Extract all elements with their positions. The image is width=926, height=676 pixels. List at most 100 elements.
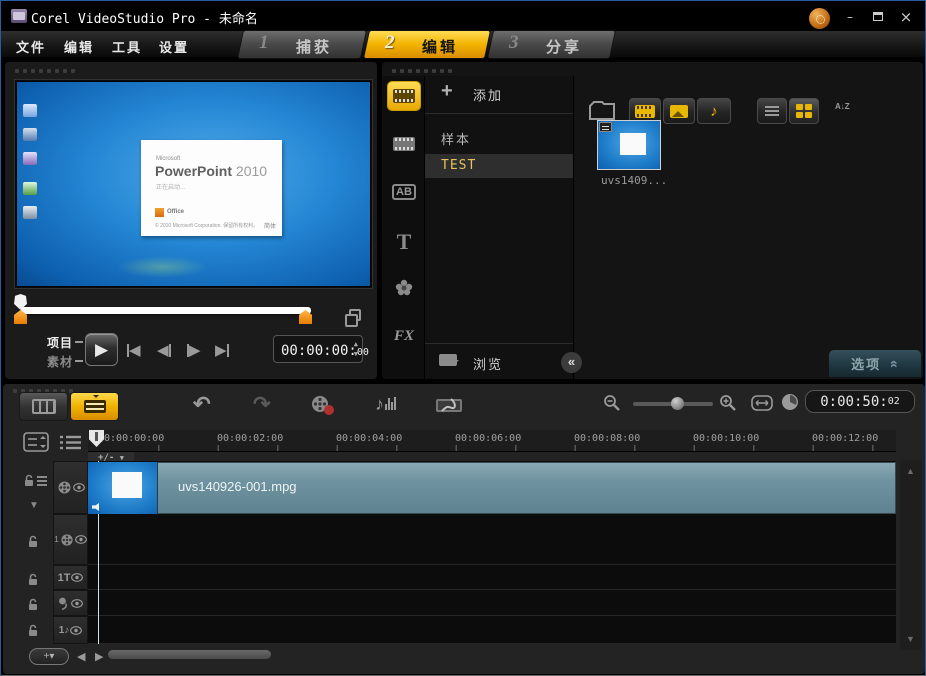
expand-arrow-icon[interactable]: ▼ (29, 500, 39, 511)
browse-row[interactable]: 浏览 (425, 343, 573, 379)
title-track-header[interactable]: 1T (53, 565, 88, 590)
category-instant-project-button[interactable] (388, 130, 420, 158)
next-frame-button[interactable]: ▶ (187, 340, 201, 360)
ruler-label: 00:00:00:00 (98, 433, 165, 444)
scroll-down-arrow[interactable]: ▼ (906, 634, 915, 644)
zoom-out-button[interactable] (603, 394, 621, 417)
zoom-slider-handle[interactable] (671, 397, 684, 410)
preview-desktop-image: Microsoft PowerPoint 2010 正在启动... Office… (17, 82, 370, 286)
sound-mixer-button[interactable]: ♪ (375, 394, 396, 415)
grid-view-icon (796, 104, 812, 118)
thumbnail-view-button[interactable] (789, 98, 819, 124)
nav-item-test[interactable]: TEST (425, 154, 573, 178)
show-all-tracks-icon[interactable] (59, 434, 83, 451)
voice-track-header[interactable] (53, 590, 88, 616)
list-icon (37, 475, 47, 486)
go-to-end-button[interactable]: ▶ (215, 340, 229, 360)
record-capture-button[interactable] (309, 394, 337, 423)
corel-guide-icon[interactable] (809, 8, 830, 29)
redo-button[interactable]: ↷ (253, 392, 271, 417)
scrubber-track[interactable] (21, 307, 311, 314)
tab-capture[interactable]: 1 捕获 (238, 31, 366, 58)
filter-audio-button[interactable]: ♪ (697, 98, 731, 124)
voice-track-lock-icon[interactable] (27, 598, 39, 611)
import-folder-icon[interactable] (589, 100, 615, 120)
options-label: 选项 (851, 357, 882, 372)
video-track-header[interactable] (53, 461, 88, 514)
nav-item-sample[interactable]: 样本 (425, 128, 573, 152)
scroll-right-arrow[interactable]: ▶ (95, 650, 103, 663)
add-folder-row[interactable]: + 添加 (425, 76, 573, 114)
library-content: ♪ A↓Z uvs1409... « 选项 « (561, 76, 923, 379)
project-duration-button[interactable] (781, 393, 799, 416)
fit-project-button[interactable] (751, 395, 773, 416)
voice-track-row[interactable] (88, 590, 896, 616)
zoom-in-button[interactable] (719, 394, 737, 417)
auto-music-button[interactable] (435, 395, 463, 420)
project-mode-label[interactable]: 项目 (47, 334, 73, 351)
overlay-track-header[interactable]: 1 (53, 514, 88, 565)
undo-button[interactable]: ↶ (193, 392, 211, 417)
ripple-edit-all-toggle[interactable] (23, 474, 47, 487)
category-title-button[interactable]: T (388, 228, 420, 256)
category-graphic-button[interactable] (388, 274, 420, 302)
music-track-lock-icon[interactable] (27, 624, 39, 637)
timecode-down-arrow[interactable]: ▼ (354, 351, 358, 358)
video-track-icon (58, 481, 70, 494)
timeline-horizontal-scrollbar[interactable] (108, 650, 271, 659)
timecode-hms: 00:00:00: (281, 343, 357, 359)
close-button[interactable]: × (895, 9, 917, 25)
tab-capture-label: 捕获 (296, 39, 333, 56)
go-to-start-button[interactable]: ◀ (127, 340, 141, 360)
overlay-track-lock-icon[interactable] (27, 535, 39, 548)
swap-tracks-button[interactable]: +▾ (29, 648, 69, 665)
menu-settings[interactable]: 设置 (159, 37, 189, 56)
microphone-icon (59, 597, 67, 610)
timeline-zoom-slider[interactable] (633, 397, 713, 410)
category-filter-button[interactable]: FX (388, 322, 420, 350)
timeline-vertical-scrollbar[interactable]: ▲ ▼ (900, 460, 922, 650)
clip-mode-label[interactable]: 素材 (47, 353, 73, 370)
collapse-nav-button[interactable]: « (561, 352, 582, 373)
scroll-up-arrow[interactable]: ▲ (906, 466, 915, 476)
minimize-button[interactable]: – (839, 9, 861, 25)
options-button[interactable]: 选项 « (829, 350, 921, 377)
timecode-frames: 00 (356, 347, 369, 358)
storyboard-view-button[interactable] (19, 392, 68, 421)
timecode-up-arrow[interactable]: ▲ (354, 341, 358, 348)
track-manager-icon[interactable] (23, 432, 49, 452)
ruler-label: 00:00:12:00 (812, 433, 879, 444)
project-mode-dash (75, 341, 83, 343)
timeline-ruler[interactable]: 00:00:00:00 00:00:02:00 00:00:04:00 00:0… (88, 430, 896, 452)
photos-filter-icon (670, 104, 688, 118)
tab-share[interactable]: 3 分享 (488, 31, 615, 58)
enlarge-preview-icon[interactable] (345, 309, 361, 327)
overlay-track-row[interactable] (88, 514, 896, 565)
music-track-row[interactable] (88, 616, 896, 644)
category-transition-button[interactable]: AB (388, 178, 420, 206)
preview-timecode[interactable]: 00:00:00:00 ▲ ▼ (273, 335, 369, 363)
tab-edit[interactable]: 2 编辑 (364, 31, 490, 58)
timeline-view-button[interactable] (70, 392, 119, 421)
library-clip-thumbnail[interactable] (597, 120, 661, 170)
sort-button[interactable]: A↓Z (835, 102, 853, 120)
list-view-button[interactable] (757, 98, 787, 124)
play-button[interactable]: ▶ (85, 333, 118, 366)
music-track-icon: 1♪ (58, 624, 70, 636)
desktop-icon (23, 104, 37, 117)
timeline-icon (83, 395, 106, 413)
maximize-button[interactable] (867, 9, 889, 25)
music-track-header[interactable]: 1♪ (53, 616, 88, 644)
menu-file[interactable]: 文件 (16, 37, 46, 56)
fwd-triangle-icon: ▶ (189, 342, 201, 359)
filter-photos-button[interactable] (663, 98, 695, 124)
title-track-row[interactable] (88, 565, 896, 590)
menu-edit[interactable]: 编辑 (64, 37, 94, 56)
previous-frame-button[interactable]: ◀ (157, 340, 171, 360)
menu-tools[interactable]: 工具 (112, 37, 142, 56)
timeline-video-clip[interactable]: uvs140926-001.mpg (88, 462, 896, 514)
category-media-button[interactable] (388, 82, 420, 110)
transition-ab-icon: AB (392, 184, 416, 200)
scroll-left-arrow[interactable]: ◀ (77, 650, 85, 663)
title-track-lock-icon[interactable] (27, 573, 39, 586)
